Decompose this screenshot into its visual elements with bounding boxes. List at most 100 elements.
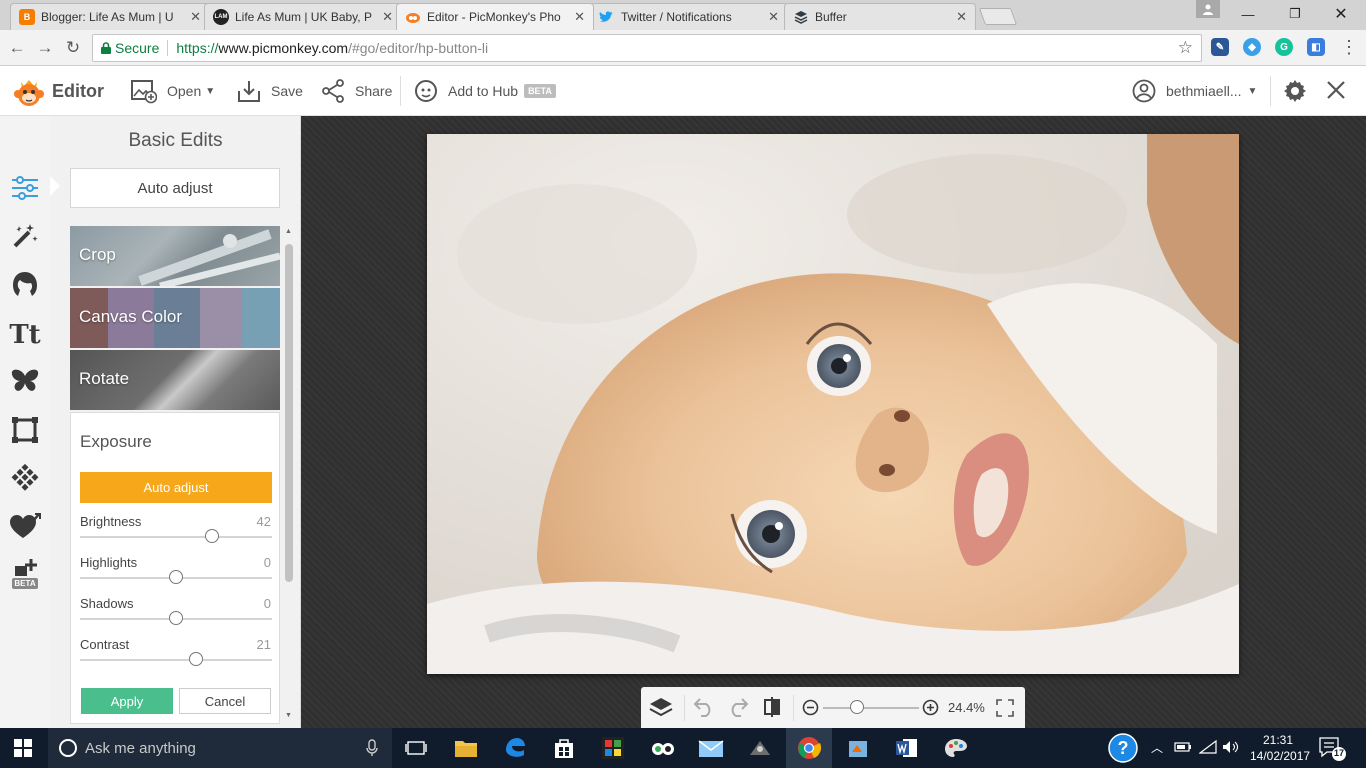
- action-center-icon[interactable]: 17: [1318, 736, 1346, 767]
- save-button[interactable]: Save: [237, 66, 303, 116]
- compare-icon[interactable]: [763, 696, 781, 723]
- overlays-butterfly-icon[interactable]: [8, 364, 42, 398]
- editor-canvas: 24.4%: [301, 116, 1366, 728]
- help-icon[interactable]: ?: [1107, 733, 1139, 763]
- account-menu[interactable]: bethmiaell... ▼: [1132, 66, 1257, 116]
- zoom-slider-thumb[interactable]: [849, 700, 864, 714]
- task-view-icon[interactable]: [393, 728, 439, 768]
- system-clock[interactable]: 21:31 14/02/2017: [1250, 732, 1310, 764]
- rotate-tile[interactable]: Rotate: [70, 350, 280, 410]
- themes-heart-arrow-icon[interactable]: [8, 509, 42, 543]
- extension-icon-3[interactable]: ◧: [1307, 38, 1325, 56]
- close-tab-icon[interactable]: ✕: [190, 9, 201, 25]
- browser-menu-icon[interactable]: ⋮: [1340, 38, 1358, 58]
- tripadvisor-icon[interactable]: [640, 728, 686, 768]
- buffer-icon: [793, 9, 809, 25]
- browser-tab-blogger[interactable]: B Blogger: Life As Mum | U ✕: [10, 3, 210, 30]
- browser-tab-buffer[interactable]: Buffer ✕: [784, 3, 976, 30]
- minimize-icon[interactable]: —: [1225, 0, 1271, 28]
- slider-thumb[interactable]: [169, 611, 183, 625]
- profile-icon[interactable]: [1196, 0, 1220, 18]
- windows-taskbar: Ask me anything ? ︿ 21:31 14/02/2017 17: [0, 728, 1366, 768]
- auto-adjust-button[interactable]: Auto adjust: [70, 168, 280, 208]
- tray-chevron-up-icon[interactable]: ︿: [1151, 739, 1163, 756]
- browser-tab-twitter[interactable]: Twitter / Notifications ✕: [590, 3, 788, 30]
- scroll-down-icon[interactable]: ▼: [285, 712, 292, 719]
- close-tab-icon[interactable]: ✕: [574, 9, 585, 25]
- file-explorer-icon[interactable]: [443, 728, 489, 768]
- basic-edits-sliders-icon[interactable]: [8, 171, 42, 205]
- paint-palette-icon[interactable]: [933, 728, 979, 768]
- redo-icon[interactable]: [727, 697, 749, 722]
- extension-icon-1[interactable]: ✎: [1211, 38, 1229, 56]
- open-button[interactable]: Open ▼: [131, 66, 215, 116]
- text-tool-icon[interactable]: Tt: [8, 318, 42, 352]
- scrollbar-thumb[interactable]: [285, 244, 293, 582]
- slider-thumb[interactable]: [169, 570, 183, 584]
- edge-browser-icon[interactable]: [492, 728, 538, 768]
- browser-tab-lifeasmum[interactable]: LAM Life As Mum | UK Baby, P ✕: [204, 3, 402, 30]
- close-tab-icon[interactable]: ✕: [768, 9, 779, 25]
- new-tab-button[interactable]: [978, 8, 1018, 25]
- user-avatar-icon: [1132, 79, 1156, 103]
- zoom-out-icon[interactable]: [802, 699, 819, 721]
- extension-icon-2[interactable]: ◆: [1243, 38, 1261, 56]
- effects-wand-icon[interactable]: [8, 219, 42, 253]
- volume-icon[interactable]: [1222, 740, 1240, 759]
- frames-icon[interactable]: [8, 413, 42, 447]
- scanner-app-icon[interactable]: [737, 728, 783, 768]
- window-close-icon[interactable]: ✕: [1318, 0, 1364, 28]
- undo-icon[interactable]: [693, 697, 715, 722]
- apply-button[interactable]: Apply: [81, 688, 173, 714]
- wifi-icon[interactable]: [1198, 739, 1217, 759]
- canvas-color-tile[interactable]: Canvas Color: [70, 288, 280, 348]
- browser-tab-picmonkey[interactable]: Editor - PicMonkey's Pho ✕: [396, 3, 594, 30]
- share-button[interactable]: Share: [321, 66, 392, 116]
- chrome-icon[interactable]: [786, 728, 832, 768]
- cortana-search-box[interactable]: Ask me anything: [48, 728, 392, 768]
- beta-tool-button[interactable]: BETA: [8, 556, 42, 590]
- header-divider: [400, 76, 401, 106]
- close-tab-icon[interactable]: ✕: [956, 9, 967, 25]
- panel-scrollbar[interactable]: ▲ ▼: [285, 228, 293, 724]
- crop-tile[interactable]: Crop: [70, 226, 280, 286]
- plus-stack-icon: [15, 558, 37, 576]
- exposure-auto-adjust-button[interactable]: Auto adjust: [80, 472, 272, 503]
- address-bar[interactable]: Secure https:// www.picmonkey.com /#go/e…: [92, 34, 1202, 62]
- microphone-icon[interactable]: [366, 739, 378, 762]
- touch-up-face-icon[interactable]: [8, 268, 42, 302]
- reload-icon[interactable]: ↻: [62, 37, 84, 59]
- battery-icon[interactable]: [1174, 740, 1192, 759]
- slider-track[interactable]: [80, 659, 272, 661]
- bookmark-star-icon[interactable]: ☆: [1178, 38, 1193, 58]
- add-to-hub-button[interactable]: Add to Hub BETA: [414, 66, 556, 116]
- word-icon[interactable]: [884, 728, 930, 768]
- back-arrow-icon[interactable]: ←: [6, 37, 28, 59]
- slider-track[interactable]: [80, 536, 272, 538]
- zoom-in-icon[interactable]: [922, 699, 939, 721]
- grammarly-icon[interactable]: G: [1275, 38, 1293, 56]
- hub-monkey-icon: [415, 80, 437, 102]
- header-divider: [1270, 76, 1271, 106]
- forward-arrow-icon[interactable]: →: [34, 37, 56, 59]
- cancel-button[interactable]: Cancel: [179, 688, 271, 714]
- mail-app-icon[interactable]: [688, 728, 734, 768]
- layers-icon[interactable]: [649, 696, 673, 723]
- maximize-icon[interactable]: ❐: [1272, 0, 1318, 28]
- close-tab-icon[interactable]: ✕: [382, 9, 393, 25]
- baby-photo[interactable]: [427, 134, 1239, 674]
- scroll-up-icon[interactable]: ▲: [285, 228, 292, 235]
- windows-start-icon[interactable]: [0, 728, 46, 768]
- photos-app-icon[interactable]: [590, 728, 636, 768]
- scissors-photo-icon: [138, 229, 280, 286]
- lock-icon: [101, 42, 111, 54]
- settings-gear-icon[interactable]: [1283, 79, 1307, 108]
- zoom-slider[interactable]: [823, 700, 919, 714]
- store-icon[interactable]: [541, 728, 587, 768]
- url-divider: [167, 40, 169, 56]
- picmonkey-logo[interactable]: Editor: [12, 66, 104, 116]
- paint-app-icon[interactable]: [835, 728, 881, 768]
- close-editor-icon[interactable]: [1325, 79, 1347, 106]
- fullscreen-icon[interactable]: [996, 699, 1014, 722]
- textures-icon[interactable]: [8, 461, 42, 495]
